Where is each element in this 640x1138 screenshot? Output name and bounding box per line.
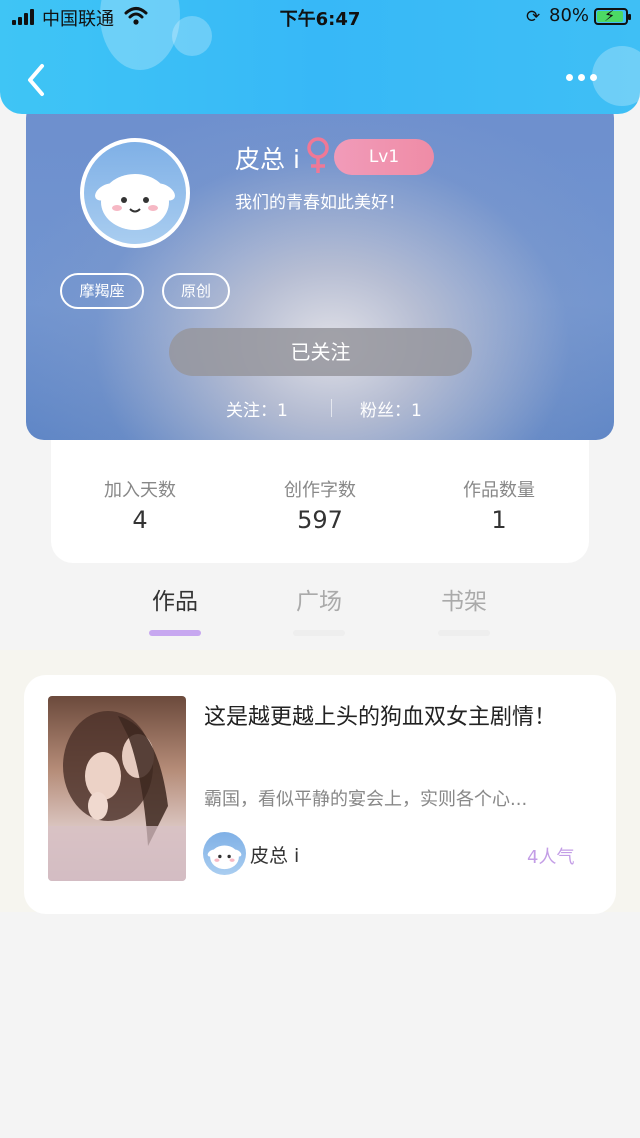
cartoon-mascot-icon (207, 845, 242, 870)
tag-zodiac[interactable]: 摩羯座 (60, 273, 144, 309)
tab-underline (438, 630, 490, 636)
top-nav-bar: 中国联通 下午6:47 ⟳ 80% ⚡ (0, 0, 640, 114)
tab-bookshelf[interactable]: 书架 (404, 582, 524, 636)
avatar[interactable] (80, 138, 190, 248)
stat-value: 4 (132, 506, 148, 534)
battery-percentage: 80% (549, 5, 590, 26)
stat-works-count: 作品数量 1 (419, 476, 579, 534)
tab-label: 作品 (152, 589, 198, 615)
tab-underline (149, 630, 201, 636)
fans-count[interactable]: 粉丝：1 (360, 396, 422, 421)
cover-illustration (48, 711, 186, 881)
orientation-lock-icon: ⟳ (526, 7, 541, 27)
follow-stats: 关注：1 粉丝：1 (26, 396, 614, 422)
author-name[interactable]: 皮总 i (250, 841, 299, 868)
battery-icon: ⚡ (594, 6, 631, 25)
author-avatar[interactable] (203, 832, 246, 875)
work-card[interactable]: 这是越更越上头的狗血双女主剧情！ 霸国，看似平静的宴会上，实则各个心... 皮总… (24, 675, 616, 914)
more-dots-icon[interactable] (560, 64, 604, 94)
stat-value: 1 (491, 506, 507, 534)
work-description: 霸国，看似平静的宴会上，实则各个心... (204, 789, 528, 810)
work-title[interactable]: 这是越更越上头的狗血双女主剧情！ (204, 699, 604, 731)
level-badge: Lv1 (334, 139, 434, 175)
profile-header: 皮总 i Lv1 我们的青春如此美好！ 摩羯座 原创 已关注 关注：1 粉丝：1 (26, 100, 614, 440)
tag-original[interactable]: 原创 (162, 273, 230, 309)
username: 皮总 i (235, 145, 300, 174)
status-bar: 中国联通 下午6:47 ⟳ 80% ⚡ (0, 0, 640, 34)
stats-card: 加入天数 4 创作字数 597 作品数量 1 (51, 440, 589, 563)
tab-underline (293, 630, 345, 636)
tab-label: 广场 (296, 589, 342, 615)
tab-bar: 作品 广场 书架 (0, 570, 640, 650)
stat-word-count: 创作字数 597 (240, 476, 400, 534)
clock: 下午6:47 (279, 9, 361, 30)
cartoon-mascot-icon (95, 174, 175, 230)
following-count[interactable]: 关注：1 (226, 396, 288, 421)
stat-label: 创作字数 (284, 480, 356, 501)
follow-button[interactable]: 已关注 (169, 328, 472, 376)
stat-join-days: 加入天数 4 (60, 476, 220, 534)
book-cover[interactable] (48, 696, 186, 881)
tab-label: 书架 (441, 589, 487, 615)
popularity-count: 4人气 (527, 847, 575, 868)
tab-square[interactable]: 广场 (259, 582, 379, 636)
user-bio: 我们的青春如此美好！ (235, 193, 405, 213)
stat-value: 597 (297, 506, 343, 534)
tab-works[interactable]: 作品 (115, 582, 235, 636)
female-gender-icon (307, 137, 329, 173)
stat-label: 作品数量 (463, 480, 535, 501)
chevron-left-icon[interactable] (18, 58, 58, 102)
stat-label: 加入天数 (104, 480, 176, 501)
divider (331, 399, 332, 417)
